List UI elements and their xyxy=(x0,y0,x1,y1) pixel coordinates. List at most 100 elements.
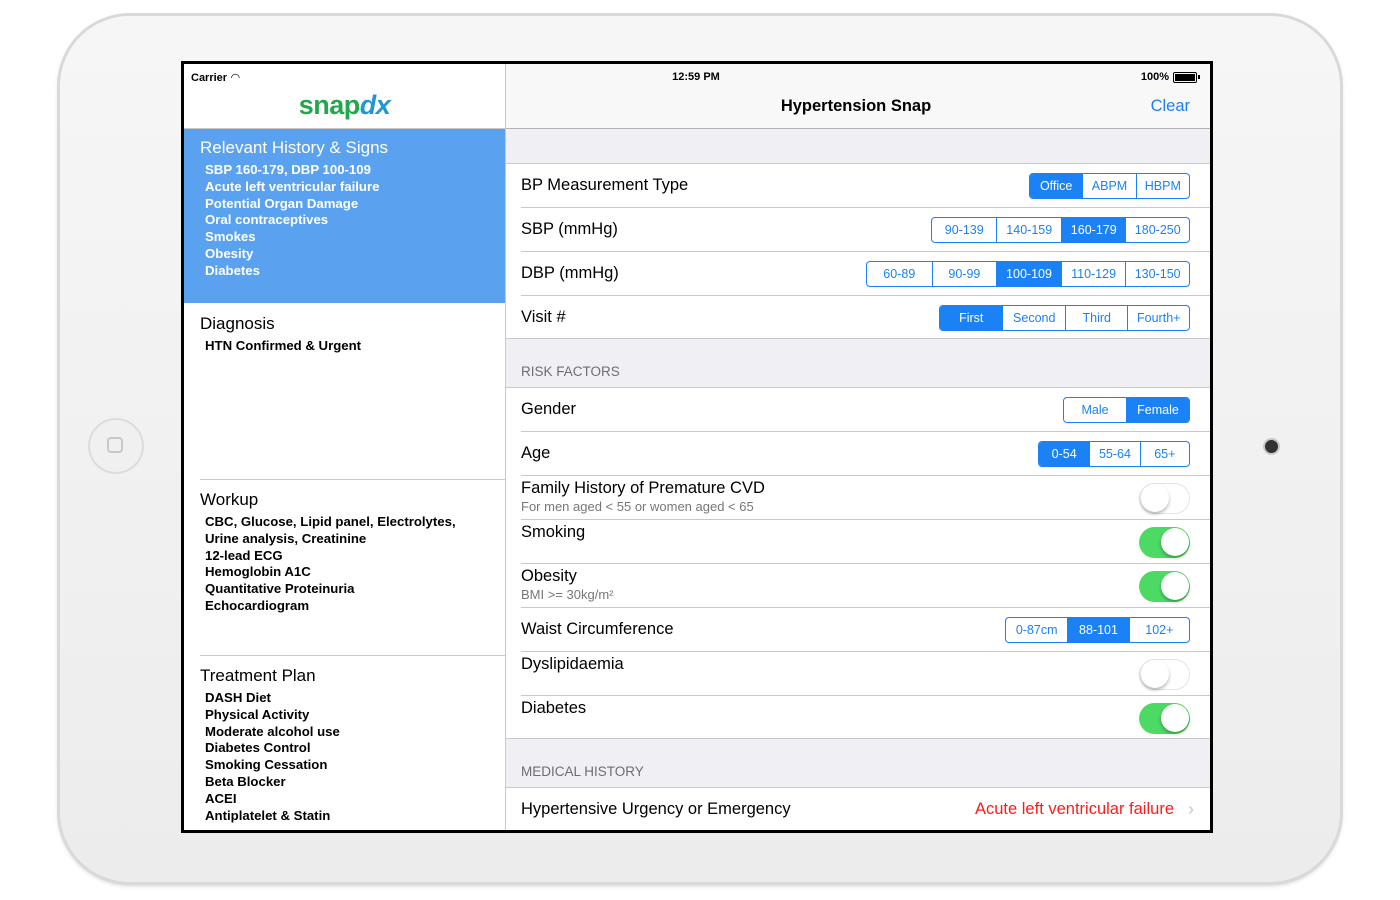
section-item: Echocardiogram xyxy=(205,597,310,613)
dyslipidaemia-toggle[interactable] xyxy=(1139,659,1190,690)
section-item: Smokes xyxy=(205,229,256,245)
seg-option-male[interactable]: Male xyxy=(1064,398,1126,422)
row-family-history: Family History of Premature CVD For men … xyxy=(506,476,1210,520)
seg-option-abpm[interactable]: ABPM xyxy=(1082,174,1135,198)
section-title: Diagnosis xyxy=(200,314,275,333)
row-label: Hypertensive Urgency or Emergency xyxy=(521,800,791,818)
seg-option[interactable]: 0-87cm xyxy=(1006,618,1067,642)
battery-icon xyxy=(1173,71,1197,83)
section-workup[interactable]: Workup CBC, Glucose, Lipid panel, Electr… xyxy=(184,480,505,656)
section-item: CBC, Glucose, Lipid panel, Electrolytes, xyxy=(205,514,456,529)
app-logo: snapdx xyxy=(184,90,505,121)
status-time: 12:59 PM xyxy=(672,71,720,83)
section-header-medical-history: MEDICAL HISTORY xyxy=(521,764,644,779)
seg-option[interactable]: 160-179 xyxy=(1060,218,1126,242)
row-hypertensive-urgency[interactable]: Hypertensive Urgency or Emergency Acute … xyxy=(506,788,1210,830)
row-sublabel: BMI >= 30kg/m² xyxy=(521,587,614,602)
row-smoking: Smoking xyxy=(506,520,1210,564)
row-age: Age 0-54 55-64 65+ xyxy=(506,432,1210,476)
row-sbp: SBP (mmHg) 90-139 140-159 160-179 180-25… xyxy=(506,208,1210,252)
section-diagnosis[interactable]: Diagnosis HTN Confirmed & Urgent xyxy=(184,304,505,480)
section-title: Treatment Plan xyxy=(200,666,316,685)
row-label: DBP (mmHg) xyxy=(521,264,619,282)
family-history-toggle[interactable] xyxy=(1139,483,1190,514)
seg-option[interactable]: 140-159 xyxy=(996,218,1061,242)
seg-option[interactable]: Third xyxy=(1064,306,1128,330)
waist-segmented[interactable]: 0-87cm 88-101 102+ xyxy=(1005,617,1190,643)
risk-factors-group: Gender Male Female Age 0-54 55-64 65+ Fa… xyxy=(506,387,1210,739)
seg-option[interactable]: 110-129 xyxy=(1060,262,1126,286)
logo-snap: snap xyxy=(298,90,361,120)
seg-option[interactable]: 90-139 xyxy=(932,218,996,242)
seg-option[interactable]: 102+ xyxy=(1128,618,1189,642)
gender-segmented[interactable]: Male Female xyxy=(1063,397,1190,423)
section-item: Obesity xyxy=(205,245,254,261)
clear-button[interactable]: Clear xyxy=(1151,97,1190,116)
battery-percent: 100% xyxy=(1140,71,1169,83)
seg-option[interactable]: 130-150 xyxy=(1125,262,1189,286)
section-items: CBC, Glucose, Lipid panel, Electrolytes,… xyxy=(205,514,456,615)
row-diabetes: Diabetes xyxy=(506,696,1210,740)
screen-content: Carrier ◠ snapdx Relevant History & Signs… xyxy=(184,64,1210,830)
seg-option-female[interactable]: Female xyxy=(1126,398,1189,422)
row-label: Diabetes xyxy=(521,699,587,717)
row-dyslipidaemia: Dyslipidaemia xyxy=(506,652,1210,696)
section-item: Physical Activity xyxy=(205,706,310,722)
status-carrier: Carrier ◠ xyxy=(191,71,240,84)
seg-option[interactable]: Fourth+ xyxy=(1127,306,1189,330)
smoking-toggle[interactable] xyxy=(1139,527,1190,558)
toggle-knob xyxy=(1161,704,1189,732)
obesity-toggle[interactable] xyxy=(1139,571,1190,602)
row-label: SBP (mmHg) xyxy=(521,220,618,238)
section-header-risk-factors: RISK FACTORS xyxy=(521,364,620,379)
section-item: SBP 160-179, DBP 100-109 xyxy=(205,162,371,177)
seg-option[interactable]: 65+ xyxy=(1139,442,1189,466)
seg-option[interactable]: 55-64 xyxy=(1089,442,1139,466)
section-items: HTN Confirmed & Urgent xyxy=(205,338,361,355)
section-item: DASH Diet xyxy=(205,690,271,705)
section-relevant-history[interactable]: Relevant History & Signs SBP 160-179, DB… xyxy=(184,129,505,303)
dbp-segmented[interactable]: 60-89 90-99 100-109 110-129 130-150 xyxy=(866,261,1190,287)
row-visit: Visit # First Second Third Fourth+ xyxy=(506,296,1210,340)
section-item: Antiplatelet & Statin xyxy=(205,807,331,823)
sbp-segmented[interactable]: 90-139 140-159 160-179 180-250 xyxy=(931,217,1190,243)
detail-pane: 12:59 PM 100% Hypertension Snap Clear BP… xyxy=(506,64,1210,830)
section-title: Workup xyxy=(200,490,259,509)
section-item: Acute left ventricular failure xyxy=(205,178,380,194)
seg-option[interactable]: 60-89 xyxy=(867,262,932,286)
diabetes-toggle[interactable] xyxy=(1139,703,1190,734)
section-items: DASH Diet Physical Activity Moderate alc… xyxy=(205,690,340,824)
row-dbp: DBP (mmHg) 60-89 90-99 100-109 110-129 1… xyxy=(506,252,1210,296)
section-item: Smoking Cessation xyxy=(205,757,328,773)
row-label: Dyslipidaemia xyxy=(521,655,624,673)
seg-option[interactable]: First xyxy=(940,306,1003,330)
toggle-knob xyxy=(1161,572,1189,600)
section-item: Quantitative Proteinuria xyxy=(205,581,355,597)
section-title: Relevant History & Signs xyxy=(200,138,389,157)
medical-history-group: Hypertensive Urgency or Emergency Acute … xyxy=(506,787,1210,830)
section-item: ACEI xyxy=(205,790,237,806)
seg-option-office[interactable]: Office xyxy=(1030,174,1083,198)
age-segmented[interactable]: 0-54 55-64 65+ xyxy=(1038,441,1190,467)
visit-segmented[interactable]: First Second Third Fourth+ xyxy=(939,305,1190,331)
seg-option[interactable]: 90-99 xyxy=(931,262,997,286)
seg-option[interactable]: Second xyxy=(1002,306,1065,330)
seg-option[interactable]: 180-250 xyxy=(1125,218,1189,242)
row-label: Waist Circumference xyxy=(521,620,674,638)
toggle-knob xyxy=(1161,528,1189,556)
toggle-knob xyxy=(1141,660,1169,688)
seg-option-hbpm[interactable]: HBPM xyxy=(1135,174,1189,198)
section-treatment-plan[interactable]: Treatment Plan DASH Diet Physical Activi… xyxy=(184,656,505,830)
home-square-icon xyxy=(107,437,123,453)
section-item: Urine analysis, Creatinine xyxy=(205,530,367,546)
seg-option[interactable]: 100-109 xyxy=(996,262,1061,286)
section-item: Diabetes xyxy=(205,262,260,278)
row-sublabel: For men aged < 55 or women aged < 65 xyxy=(521,499,754,514)
logo-dx: dx xyxy=(359,90,391,120)
bp-type-segmented[interactable]: Office ABPM HBPM xyxy=(1029,173,1190,199)
row-label: Smoking xyxy=(521,523,586,541)
seg-option[interactable]: 88-101 xyxy=(1067,618,1129,642)
toggle-knob xyxy=(1141,484,1169,512)
seg-option[interactable]: 0-54 xyxy=(1039,442,1090,466)
row-label: Family History of Premature CVD xyxy=(521,479,765,497)
